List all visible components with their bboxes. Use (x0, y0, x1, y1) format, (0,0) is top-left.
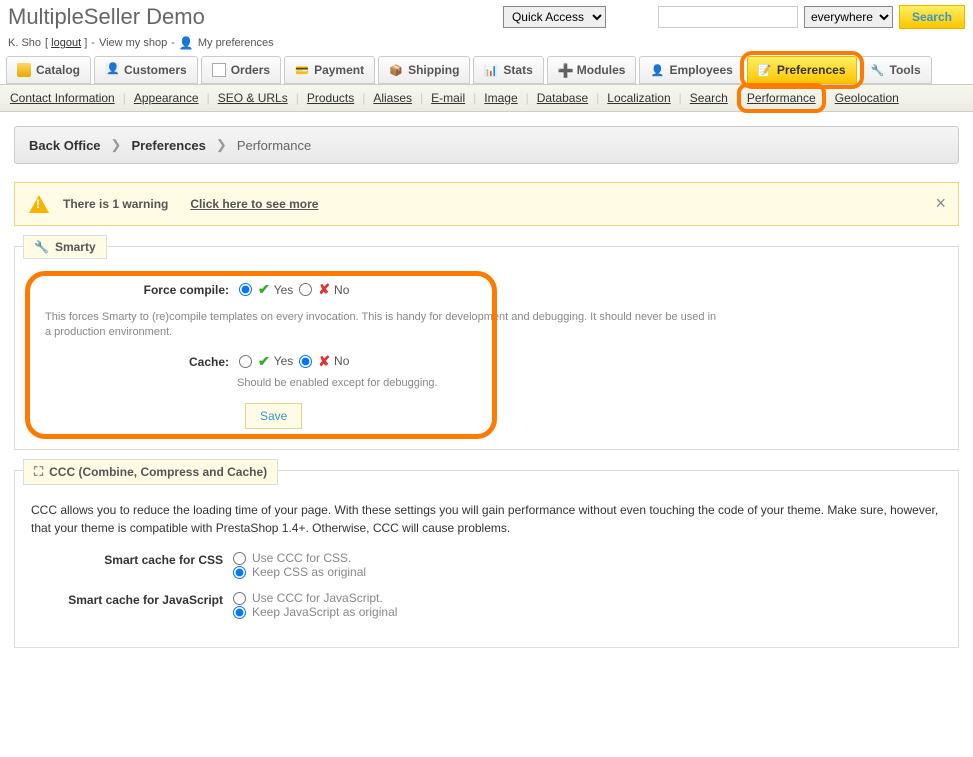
main-tabs: Catalog Customers Orders Payment Shippin… (0, 56, 973, 84)
customers-icon (105, 63, 119, 77)
search-button[interactable]: Search (899, 5, 965, 29)
header-search-input[interactable] (658, 6, 798, 28)
shipping-icon (389, 63, 403, 77)
tab-shipping[interactable]: Shipping (378, 56, 470, 84)
tab-modules[interactable]: Modules (547, 56, 637, 84)
preferences-icon (758, 63, 772, 77)
cache-label: Cache: (37, 353, 237, 369)
subtab-contact[interactable]: Contact Information (10, 91, 115, 105)
ccc-fieldset: ⛶ CCC (Combine, Compress and Cache) CCC … (14, 470, 959, 648)
subtab-geolocation[interactable]: Geolocation (835, 91, 899, 105)
ccc-css-label: Smart cache for CSS (31, 551, 231, 567)
close-icon[interactable]: × (935, 193, 946, 214)
orders-icon (212, 63, 226, 77)
ccc-legend: ⛶ CCC (Combine, Compress and Cache) (23, 459, 278, 485)
tools-icon (871, 63, 885, 77)
cache-no-radio[interactable] (299, 355, 312, 368)
chevron-right-icon: ❯ (111, 137, 122, 153)
warning-more-link[interactable]: Click here to see more (190, 197, 318, 211)
tab-tools[interactable]: Tools (860, 56, 932, 84)
tab-stats[interactable]: Stats (473, 56, 543, 84)
logout-link[interactable]: logout (51, 37, 81, 49)
person-icon: 👤 (179, 36, 194, 50)
force-compile-desc: This forces Smarty to (re)compile templa… (45, 310, 725, 341)
force-compile-yes-radio[interactable] (239, 283, 252, 296)
subtab-image[interactable]: Image (484, 91, 517, 105)
app-title: MultipleSeller Demo (8, 4, 205, 30)
ccc-js-keep-radio[interactable] (233, 606, 246, 619)
modules-icon (558, 63, 572, 77)
tab-preferences[interactable]: Preferences (747, 56, 857, 84)
check-icon: ✔ (258, 281, 270, 298)
tab-catalog[interactable]: Catalog (6, 56, 91, 84)
warning-icon (29, 195, 49, 213)
subtab-localization[interactable]: Localization (607, 91, 670, 105)
breadcrumb: Back Office ❯ Preferences ❯ Performance (14, 126, 959, 164)
cache-desc: Should be enabled except for debugging. (237, 376, 485, 391)
smarty-fieldset: Smarty Force compile: ✔ Yes ✘ No (14, 246, 959, 450)
ccc-js-label: Smart cache for JavaScript (31, 591, 231, 607)
search-scope-select[interactable]: everywhere (804, 6, 893, 28)
force-compile-no-radio[interactable] (299, 283, 312, 296)
tab-payment[interactable]: Payment (284, 56, 375, 84)
smarty-legend: Smarty (23, 235, 107, 259)
ccc-intro: CCC allows you to reduce the loading tim… (31, 501, 942, 537)
quick-access-select[interactable]: Quick Access (503, 6, 606, 28)
subtab-search[interactable]: Search (690, 91, 728, 105)
cross-icon: ✘ (318, 281, 330, 298)
subtab-appearance[interactable]: Appearance (134, 91, 199, 105)
stats-icon (484, 63, 498, 77)
chevron-right-icon: ❯ (216, 137, 227, 153)
subtab-email[interactable]: E-mail (431, 91, 465, 105)
employees-icon (650, 63, 664, 77)
cache-yes-radio[interactable] (239, 355, 252, 368)
payment-icon (295, 63, 309, 77)
tab-customers[interactable]: Customers (94, 56, 198, 84)
ccc-css-keep-radio[interactable] (233, 566, 246, 579)
subtab-performance[interactable]: Performance (747, 91, 816, 105)
cross-icon: ✘ (318, 353, 330, 370)
sub-tabs: Contact Information| Appearance| SEO & U… (0, 84, 973, 112)
subtab-seo[interactable]: SEO & URLs (218, 91, 288, 105)
warning-bar: There is 1 warning Click here to see mor… (14, 182, 959, 226)
catalog-icon (17, 63, 31, 77)
compress-icon: ⛶ (34, 464, 43, 480)
tab-orders[interactable]: Orders (201, 56, 281, 84)
ccc-css-use-radio[interactable] (233, 552, 246, 565)
subtab-database[interactable]: Database (537, 91, 588, 105)
tab-employees[interactable]: Employees (639, 56, 743, 84)
wrench-icon (34, 240, 49, 254)
user-info-line: K. Sho [ logout ] - View my shop - 👤 My … (0, 34, 973, 56)
subtab-aliases[interactable]: Aliases (373, 91, 412, 105)
check-icon: ✔ (258, 353, 270, 370)
ccc-js-use-radio[interactable] (233, 592, 246, 605)
save-button[interactable]: Save (245, 403, 302, 429)
force-compile-label: Force compile: (37, 281, 237, 297)
subtab-products[interactable]: Products (307, 91, 354, 105)
